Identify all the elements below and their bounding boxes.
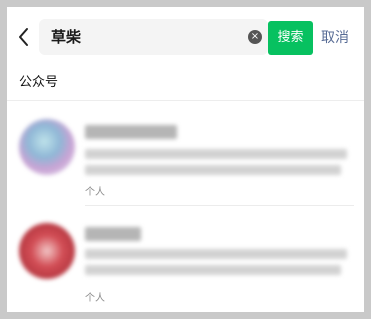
section-header: 公众号 [7,67,364,101]
account-description-blurred [85,249,347,259]
chevron-left-icon [19,28,28,46]
account-name-blurred [85,125,177,139]
clear-icon[interactable]: × [248,30,262,44]
account-type-tag: 个人 [85,293,105,304]
avatar [19,119,75,175]
account-description-blurred [85,165,341,175]
account-name-blurred [85,227,141,241]
account-type-tag: 个人 [85,187,105,198]
back-button[interactable] [15,25,33,49]
search-bar: 草柴 × 搜索 取消 [7,7,364,67]
account-description-blurred [85,265,341,275]
list-item[interactable]: 个人 [7,107,364,209]
search-input[interactable]: 草柴 × [39,19,268,55]
divider [85,205,354,206]
account-description-blurred [85,149,347,159]
search-query-text: 草柴 [51,28,82,46]
section-title: 公众号 [19,75,59,90]
avatar [19,223,75,279]
wechat-search-screen: 草柴 × 搜索 取消 公众号 个人 个人 [7,7,364,312]
cancel-button[interactable]: 取消 [321,21,349,55]
search-button[interactable]: 搜索 [268,21,313,55]
list-item[interactable]: 个人 [7,207,364,309]
